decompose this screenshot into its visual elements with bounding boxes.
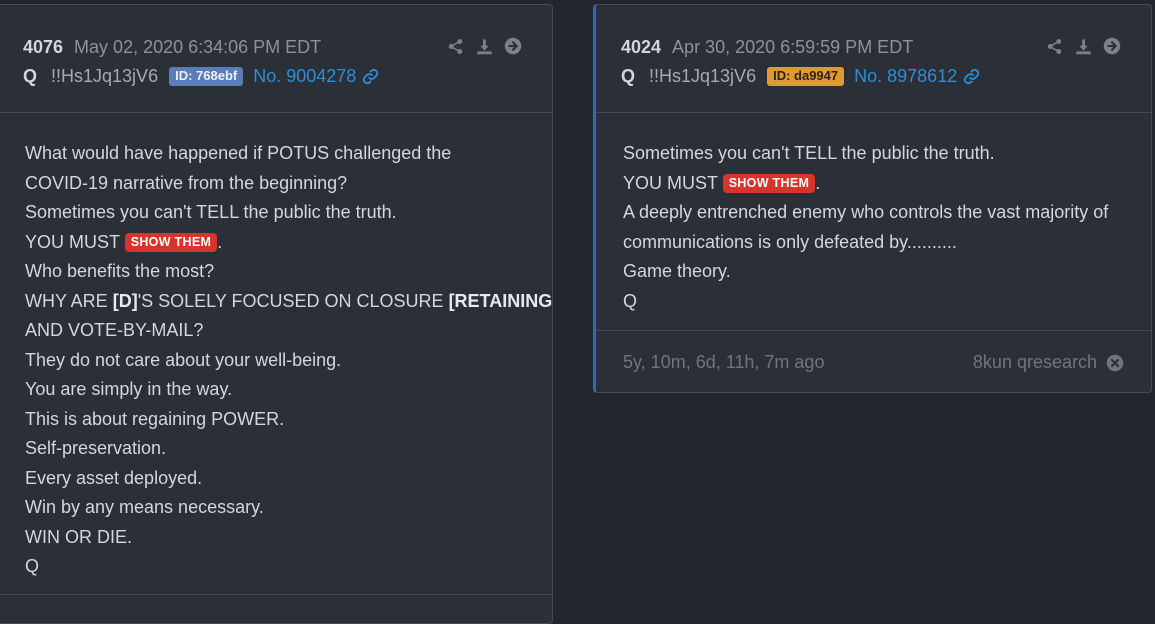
post-text: YOU MUST	[25, 231, 120, 252]
close-circle-icon[interactable]	[1106, 354, 1124, 372]
post-date: Apr 30, 2020 6:59:59 PM EDT	[672, 36, 914, 57]
author-name: Q	[23, 65, 38, 86]
post-no-link[interactable]: No. 9004278	[253, 66, 379, 87]
post-line: This is about regaining POWER.	[25, 408, 285, 429]
post-body: Sometimes you can't TELL the public the …	[596, 113, 1151, 316]
post-text: YOU MUST	[623, 172, 718, 193]
post-line: YOU MUST SHOW THEM.	[623, 169, 1151, 199]
bold-text: [D]	[112, 290, 138, 311]
download-icon[interactable]	[474, 36, 494, 56]
post-text: WHY ARE	[25, 290, 113, 311]
post-line: A deeply entrenched enemy who controls t…	[623, 202, 1109, 222]
post-no-label: No. 9004278	[253, 65, 357, 86]
post-number: 4024	[621, 36, 662, 57]
id-badge: ID: 768ebf	[169, 66, 244, 86]
link-icon	[363, 68, 379, 84]
post-line: Win by any means necessary.	[25, 497, 264, 517]
show-them-tag: SHOW THEM	[722, 173, 816, 193]
bold-text: [RETAINING]	[448, 290, 553, 311]
author-name: Q	[621, 65, 636, 86]
post-line: Every asset deployed.	[25, 467, 203, 488]
post-line: Sometimes you can't TELL the public the …	[623, 143, 995, 163]
post-line: Q	[623, 290, 638, 311]
tripcode: !!Hs1Jq13jV6	[649, 65, 757, 86]
post-header: 4024 Apr 30, 2020 6:59:59 PM EDT Q !!Hs1…	[596, 5, 1151, 113]
post-line: communications is only defeated by......…	[623, 231, 957, 252]
post-text: .	[815, 172, 821, 193]
post-card-4024[interactable]: 4024 Apr 30, 2020 6:59:59 PM EDT Q !!Hs1…	[593, 4, 1152, 393]
post-line: Self-preservation.	[25, 438, 167, 458]
post-no-label: No. 8978612	[854, 65, 958, 86]
post-line: WIN OR DIE.	[25, 526, 132, 547]
post-card-4076[interactable]: 4076 May 02, 2020 6:34:06 PM EDT Q !!Hs1…	[0, 4, 553, 624]
id-badge: ID: da9947	[767, 66, 845, 86]
post-line: AND VOTE-BY-MAIL?	[25, 320, 204, 340]
post-footer: 5y, 10m, 6d, 11h, 7m ago 8kun qresearch	[596, 330, 1151, 392]
post-line: What would have happened if POTUS challe…	[25, 143, 452, 163]
post-source: 8kun qresearch	[972, 352, 1097, 372]
post-line: Sometimes you can't TELL the public the …	[25, 202, 397, 222]
post-body: What would have happened if POTUS challe…	[0, 113, 552, 582]
share-icon[interactable]	[1044, 36, 1064, 56]
post-actions	[1044, 36, 1122, 56]
post-header: 4076 May 02, 2020 6:34:06 PM EDT Q !!Hs1…	[0, 5, 552, 113]
link-icon	[964, 68, 980, 84]
arrow-right-circle-icon[interactable]	[1102, 36, 1122, 56]
post-no-link[interactable]: No. 8978612	[854, 66, 980, 87]
post-line: They do not care about your well-being.	[25, 349, 342, 370]
arrow-right-circle-icon[interactable]	[503, 36, 523, 56]
post-text: 'S SOLELY FOCUSED ON CLOSURE	[137, 290, 449, 311]
post-line: You are simply in the way.	[25, 379, 233, 399]
post-age: 5y, 10m, 6d, 11h, 7m ago	[623, 352, 825, 372]
download-icon[interactable]	[1073, 36, 1093, 56]
share-icon[interactable]	[445, 36, 465, 56]
post-text: .	[217, 231, 223, 252]
post-number: 4076	[23, 36, 64, 57]
post-actions	[445, 36, 523, 56]
post-date: May 02, 2020 6:34:06 PM EDT	[74, 36, 322, 57]
post-line: Q	[25, 556, 40, 576]
post-line: Who benefits the most?	[25, 261, 215, 281]
post-line: YOU MUST SHOW THEM.	[25, 228, 552, 258]
post-line: WHY ARE [D]'S SOLELY FOCUSED ON CLOSURE …	[25, 287, 552, 317]
footer-divider	[0, 594, 552, 595]
post-line: Game theory.	[623, 261, 731, 281]
tripcode: !!Hs1Jq13jV6	[51, 65, 159, 86]
post-line: COVID-19 narrative from the beginning?	[25, 172, 348, 193]
show-them-tag: SHOW THEM	[124, 232, 218, 252]
